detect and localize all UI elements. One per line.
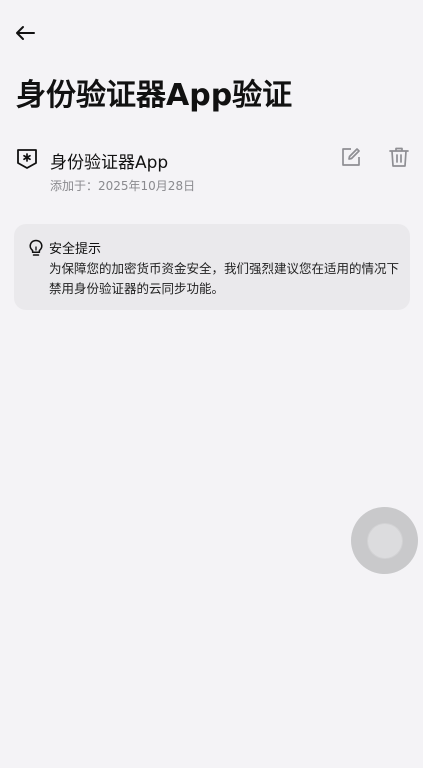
back-button[interactable]: [12, 20, 38, 46]
authenticator-added-date: 添加于：2025年10月28日: [50, 179, 196, 193]
back-arrow-icon: [16, 26, 35, 40]
assistive-touch-icon: [367, 523, 402, 558]
authenticator-name: 身份验证器App: [50, 153, 169, 173]
page-title: 身份验证器App验证: [16, 78, 293, 113]
shield-asterisk-icon: [17, 149, 37, 169]
authenticator-item: 身份验证器App 添加于：2025年10月28日: [16, 146, 411, 198]
security-tip-card: 安全提示 为保障您的加密货币资金安全，我们强烈建议您在适用的情况下禁用身份验证器…: [14, 224, 410, 310]
security-tip-body: 为保障您的加密货币资金安全，我们强烈建议您在适用的情况下禁用身份验证器的云同步功…: [49, 261, 400, 296]
edit-icon[interactable]: [340, 146, 362, 168]
trash-icon[interactable]: [388, 146, 410, 168]
security-tip-title: 安全提示: [49, 242, 102, 257]
lightbulb-icon: [29, 239, 43, 256]
assistive-touch-button[interactable]: [351, 507, 418, 574]
